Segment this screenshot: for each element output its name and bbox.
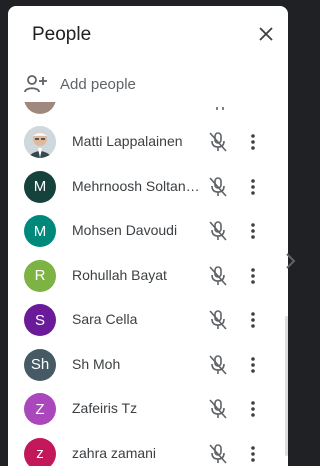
- avatar-initial: R: [34, 267, 46, 284]
- person-add-icon: [24, 72, 52, 96]
- mic-off-icon: [212, 102, 228, 110]
- avatar-initial: M: [33, 222, 47, 240]
- more-options-button[interactable]: [246, 266, 260, 286]
- add-people-label: Add people: [60, 75, 136, 93]
- participant-name: Sara Cella: [72, 311, 138, 327]
- avatar: Sh: [24, 348, 56, 381]
- people-panel-header: People: [8, 6, 288, 62]
- participant-row[interactable]: R Rohullah Bayat: [8, 254, 288, 298]
- avatar-initial: Z: [35, 400, 45, 418]
- avatar: S: [24, 304, 56, 336]
- avatar: M: [24, 170, 56, 203]
- avatar: [24, 126, 56, 158]
- chevron-right-icon[interactable]: [284, 252, 296, 270]
- more-vert-icon: [251, 267, 255, 284]
- participants-list[interactable]: Matti Lappalainen M Mehrnoosh Soltani... M M…: [8, 102, 288, 466]
- participant-name: Matti Lappalainen: [72, 133, 183, 149]
- more-options-button[interactable]: [246, 132, 260, 152]
- participant-name: Sh Moh: [72, 355, 121, 372]
- more-options-button[interactable]: [246, 221, 260, 241]
- more-vert-icon: [251, 312, 255, 328]
- more-options-button[interactable]: [246, 399, 260, 419]
- mic-off-icon[interactable]: [208, 399, 228, 419]
- more-options-button[interactable]: [246, 177, 260, 197]
- close-button[interactable]: [254, 22, 278, 46]
- add-people-button[interactable]: Add people: [24, 68, 136, 100]
- avatar-initial: S: [34, 311, 45, 329]
- close-icon: [259, 27, 273, 41]
- participant-name: zahra zamani: [72, 444, 157, 461]
- mic-off-icon[interactable]: [208, 443, 228, 464]
- participant-row[interactable]: Sh Sh Moh: [8, 343, 288, 387]
- more-options-button[interactable]: [246, 355, 260, 375]
- avatar-initial: z: [36, 445, 44, 462]
- more-vert-icon: [251, 445, 255, 462]
- more-vert-icon: [251, 356, 255, 373]
- participant-row[interactable]: Matti Lappalainen: [8, 120, 288, 164]
- panel-title: People: [32, 24, 92, 45]
- avatar: M: [24, 215, 56, 247]
- more-options-button[interactable]: [246, 310, 260, 330]
- participant-name: Rohullah Bayat: [72, 266, 167, 283]
- people-panel: People Add people Matti Lappalainen M Mehr…: [8, 6, 288, 466]
- mic-off-icon[interactable]: [208, 354, 228, 375]
- participant-name: Mohsen Davoudi: [72, 222, 178, 238]
- more-vert-icon: [251, 223, 255, 239]
- participant-row[interactable]: Z Zafeiris Tz: [8, 387, 288, 431]
- participant-row[interactable]: z zahra zamani: [8, 432, 288, 466]
- scrollbar[interactable]: [285, 316, 288, 456]
- avatar-initial: Sh: [30, 356, 50, 373]
- more-vert-icon: [251, 401, 255, 417]
- participant-row[interactable]: M Mohsen Davoudi: [8, 209, 288, 253]
- mic-off-icon[interactable]: [208, 221, 228, 241]
- avatar: R: [24, 259, 56, 292]
- avatar-initial: M: [33, 178, 47, 195]
- participant-row[interactable]: S Sara Cella: [8, 298, 288, 342]
- more-vert-icon: [251, 134, 255, 150]
- participant-name: Mehrnoosh Soltani...: [72, 177, 200, 194]
- mic-off-icon[interactable]: [208, 310, 228, 330]
- avatar: z: [24, 437, 56, 466]
- avatar: Z: [24, 393, 56, 425]
- mic-off-icon[interactable]: [208, 176, 228, 197]
- participant-row[interactable]: M Mehrnoosh Soltani...: [8, 165, 288, 209]
- participant-name: Zafeiris Tz: [72, 400, 138, 416]
- avatar: [24, 102, 56, 114]
- more-options-button[interactable]: [246, 444, 260, 464]
- mic-off-icon[interactable]: [208, 265, 228, 286]
- mic-off-icon[interactable]: [208, 132, 228, 152]
- more-vert-icon: [251, 178, 255, 195]
